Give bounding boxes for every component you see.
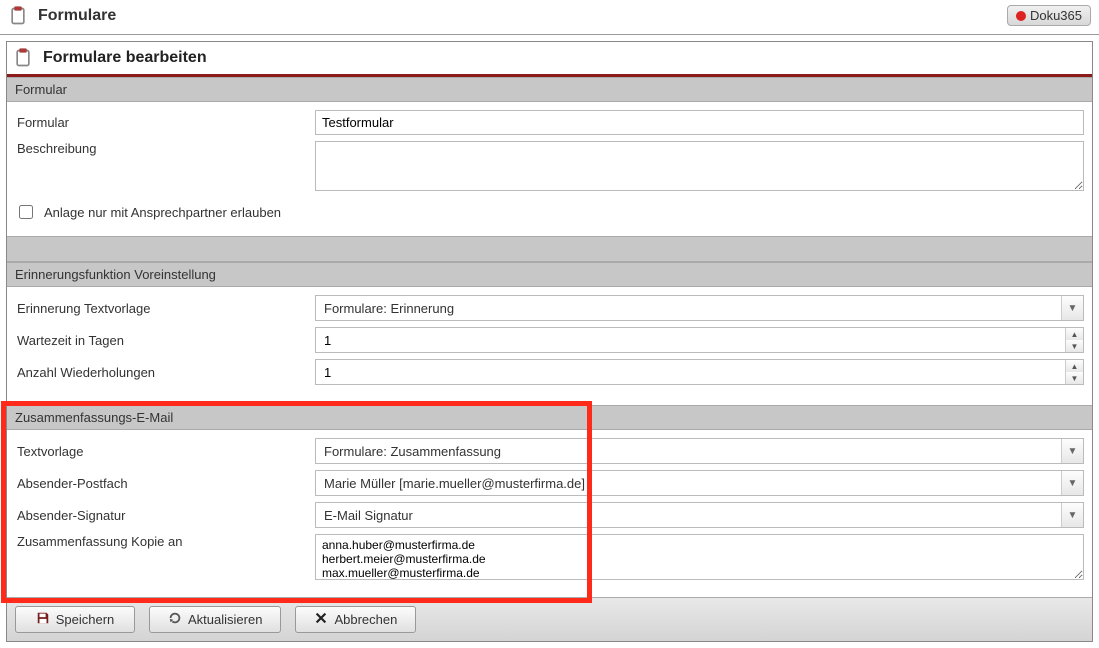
label-erinnerung-textvorlage: Erinnerung Textvorlage — [15, 301, 315, 316]
page-title: Formulare — [38, 7, 116, 25]
input-beschreibung[interactable] — [315, 141, 1084, 191]
input-kopie-an[interactable] — [315, 534, 1084, 580]
section-zusammenfassung-title: Zusammenfassungs-E-Mail — [7, 405, 1092, 430]
spinner-down-icon[interactable]: ▼ — [1066, 340, 1083, 352]
doku365-button[interactable]: Doku365 — [1007, 5, 1091, 26]
spinner-up-icon[interactable]: ▲ — [1066, 328, 1083, 340]
cancel-button-label: Abbrechen — [334, 612, 397, 627]
save-button-label: Speichern — [56, 612, 115, 627]
section-formular: Formular Beschreibung Anlage nur mit Ans… — [7, 102, 1092, 236]
select-absender-postfach[interactable]: Marie Müller [marie.mueller@musterfirma.… — [315, 470, 1084, 496]
label-wartezeit: Wartezeit in Tagen — [15, 333, 315, 348]
footer-bar: Speichern Aktualisieren Abbrechen — [7, 597, 1092, 641]
spinner-wartezeit[interactable]: ▲ ▼ — [315, 327, 1084, 353]
label-formular: Formular — [15, 115, 315, 130]
section-gap — [7, 236, 1092, 262]
panel-header: Formulare bearbeiten — [7, 42, 1092, 77]
select-absender-signatur-value: E-Mail Signatur — [324, 508, 413, 523]
input-wartezeit[interactable] — [316, 328, 1083, 352]
spinner-up-icon[interactable]: ▲ — [1066, 360, 1083, 372]
save-button[interactable]: Speichern — [15, 606, 135, 633]
label-kopie-an: Zusammenfassung Kopie an — [15, 534, 315, 549]
refresh-icon — [168, 611, 182, 628]
select-erinnerung-textvorlage-value: Formulare: Erinnerung — [324, 301, 454, 316]
label-absender-signatur: Absender-Signatur — [15, 508, 315, 523]
checkbox-anlage-ansprechpartner[interactable] — [19, 205, 33, 219]
chevron-down-icon: ▼ — [1061, 439, 1083, 463]
chevron-down-icon: ▼ — [1061, 471, 1083, 495]
label-textvorlage: Textvorlage — [15, 444, 315, 459]
section-zusammenfassung: Textvorlage Formulare: Zusammenfassung ▼… — [7, 430, 1092, 597]
refresh-button-label: Aktualisieren — [188, 612, 262, 627]
select-textvorlage[interactable]: Formulare: Zusammenfassung ▼ — [315, 438, 1084, 464]
input-formular-name[interactable] — [315, 110, 1084, 135]
save-icon — [36, 611, 50, 628]
spinner-down-icon[interactable]: ▼ — [1066, 372, 1083, 384]
clipboard-icon — [8, 6, 28, 26]
top-bar: Formulare Doku365 — [0, 0, 1099, 35]
clipboard-icon — [13, 48, 33, 68]
panel-title: Formulare bearbeiten — [43, 49, 207, 67]
checkbox-anlage-ansprechpartner-label: Anlage nur mit Ansprechpartner erlauben — [44, 205, 281, 220]
select-textvorlage-value: Formulare: Zusammenfassung — [324, 444, 501, 459]
doku365-label: Doku365 — [1030, 8, 1082, 23]
select-absender-postfach-value: Marie Müller [marie.mueller@musterfirma.… — [324, 476, 585, 491]
section-erinnerung: Erinnerung Textvorlage Formulare: Erinne… — [7, 287, 1092, 405]
section-erinnerung-title: Erinnerungsfunktion Voreinstellung — [7, 262, 1092, 287]
record-dot-icon — [1016, 11, 1026, 21]
label-wiederholungen: Anzahl Wiederholungen — [15, 365, 315, 380]
select-erinnerung-textvorlage[interactable]: Formulare: Erinnerung ▼ — [315, 295, 1084, 321]
label-beschreibung: Beschreibung — [15, 141, 315, 156]
input-wiederholungen[interactable] — [316, 360, 1083, 384]
chevron-down-icon: ▼ — [1061, 503, 1083, 527]
edit-panel: Formulare bearbeiten Formular Formular B… — [6, 41, 1093, 642]
select-absender-signatur[interactable]: E-Mail Signatur ▼ — [315, 502, 1084, 528]
section-formular-title: Formular — [7, 77, 1092, 102]
close-icon — [314, 611, 328, 628]
refresh-button[interactable]: Aktualisieren — [149, 606, 281, 633]
chevron-down-icon: ▼ — [1061, 296, 1083, 320]
label-absender-postfach: Absender-Postfach — [15, 476, 315, 491]
spinner-wiederholungen[interactable]: ▲ ▼ — [315, 359, 1084, 385]
cancel-button[interactable]: Abbrechen — [295, 606, 416, 633]
